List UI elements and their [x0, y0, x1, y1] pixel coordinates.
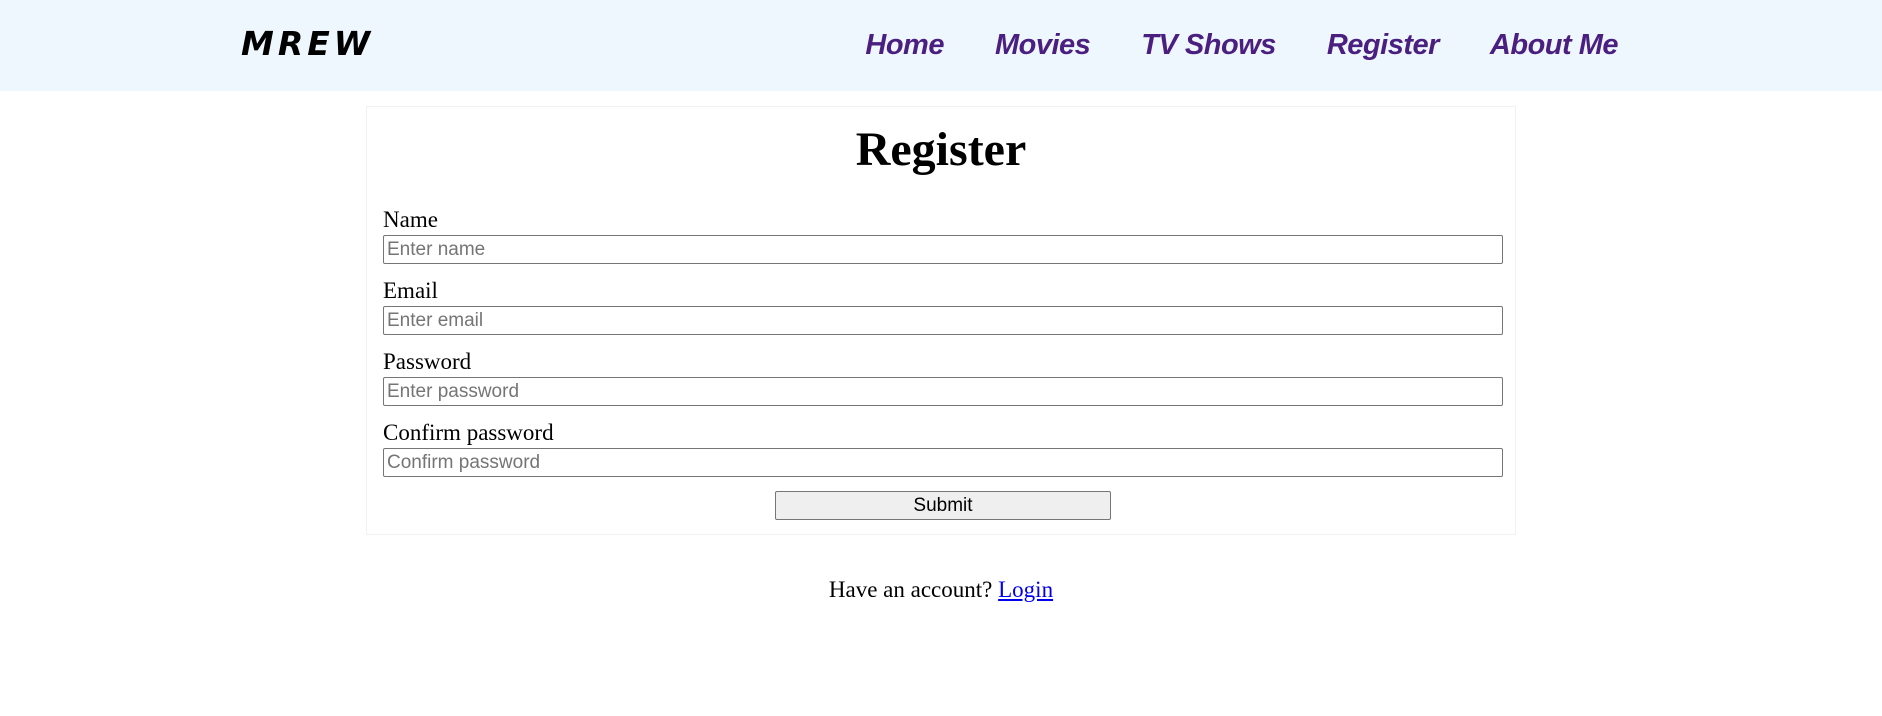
confirm-password-input[interactable] — [383, 448, 1503, 477]
nav-link-about-me[interactable]: About Me — [1490, 24, 1619, 66]
name-input[interactable] — [383, 235, 1503, 264]
confirm-password-label: Confirm password — [383, 420, 554, 445]
nav-link-home[interactable]: Home — [865, 24, 944, 66]
submit-button[interactable]: Submit — [775, 491, 1111, 520]
password-label: Password — [383, 349, 472, 374]
navbar: MREW Home Movies TV Shows Register About… — [0, 0, 1882, 91]
form-title: Register — [855, 123, 1027, 176]
login-link[interactable]: Login — [998, 577, 1053, 602]
register-form: Register Name Email Password Confirm pas… — [366, 106, 1516, 535]
brand-logo[interactable]: MREW — [241, 22, 374, 66]
login-prompt: Have an account? Login — [0, 575, 1882, 605]
password-input[interactable] — [383, 377, 1503, 406]
nav-links: Home Movies TV Shows Register About Me — [865, 24, 1618, 66]
nav-link-register[interactable]: Register — [1327, 24, 1440, 66]
name-label: Name — [383, 207, 438, 232]
login-prompt-text: Have an account? — [828, 577, 993, 602]
email-input[interactable] — [383, 306, 1503, 335]
nav-link-movies[interactable]: Movies — [995, 24, 1091, 66]
email-label: Email — [383, 278, 438, 303]
nav-link-tv-shows[interactable]: TV Shows — [1141, 24, 1276, 66]
